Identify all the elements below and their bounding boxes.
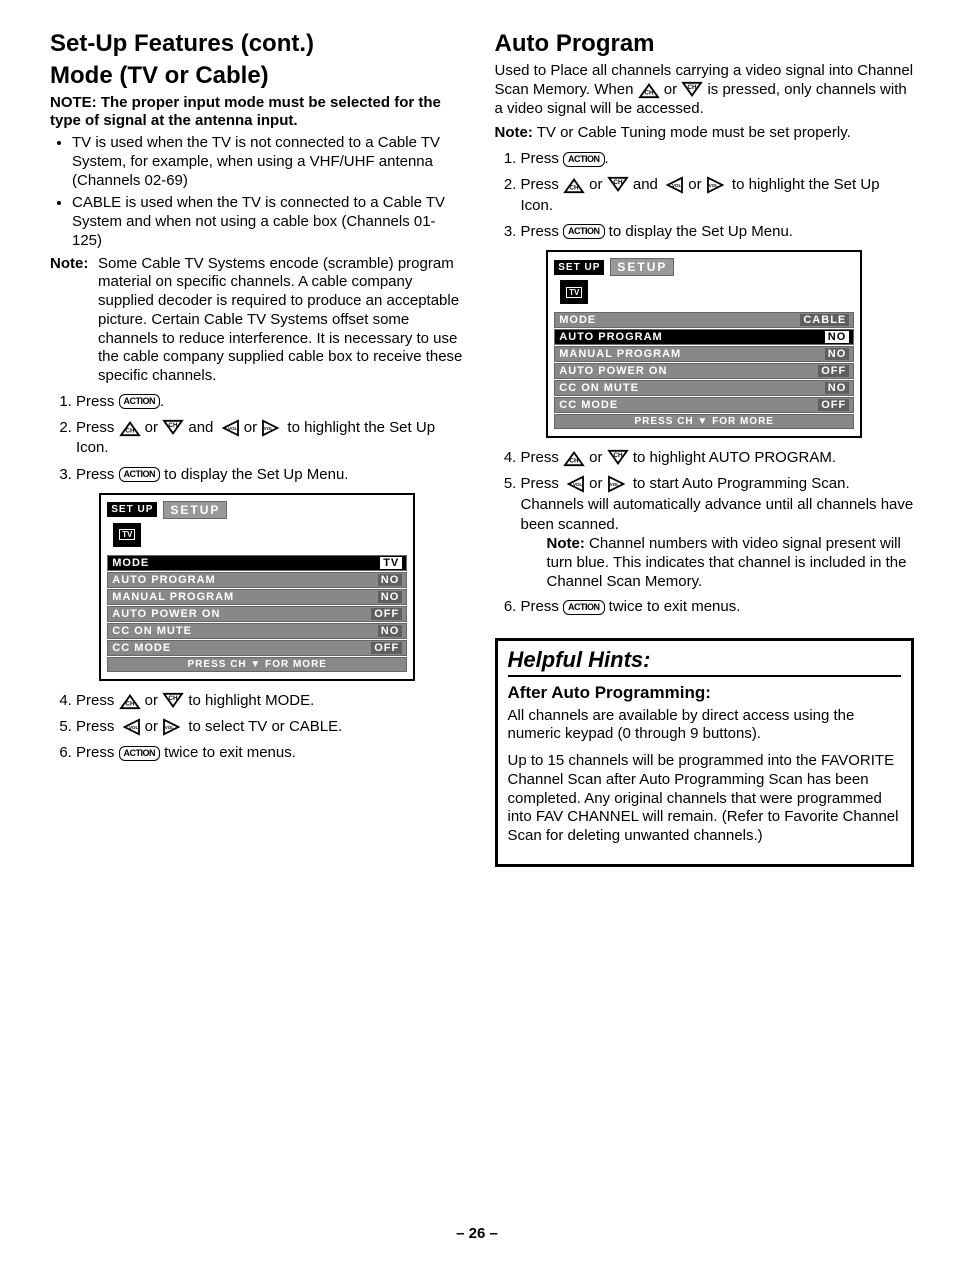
mode-step-2: Press or and or to highlight the Set Up … xyxy=(76,418,465,459)
left-arrow-icon xyxy=(662,176,684,194)
menu-badge: SET UP xyxy=(554,260,604,275)
up-arrow-icon xyxy=(638,81,660,99)
menu-row: CC ON MUTENO xyxy=(554,380,854,396)
down-arrow-icon xyxy=(681,81,703,99)
menu-rows-right: MODECABLEAUTO PROGRAMNOMANUAL PROGRAMNOA… xyxy=(554,312,854,429)
helpful-hints-box: Helpful Hints: After Auto Programming: A… xyxy=(495,638,915,867)
auto-step-4: Press or to highlight AUTO PROGRAM. xyxy=(521,448,915,468)
auto-step-5-note: Note: Channel numbers with video signal … xyxy=(547,535,915,591)
action-button-icon: ACTION xyxy=(119,467,161,482)
page-number: – 26 – xyxy=(0,1225,954,1242)
menu-row: AUTO POWER ONOFF xyxy=(554,363,854,379)
right-arrow-icon xyxy=(706,176,728,194)
down-arrow-icon xyxy=(162,419,184,437)
up-arrow-icon xyxy=(563,449,585,467)
action-button-icon: ACTION xyxy=(119,394,161,409)
menu-title: SETUP xyxy=(610,258,674,276)
menu-row: AUTO PROGRAMNO xyxy=(107,572,407,588)
up-arrow-icon xyxy=(119,692,141,710)
bullet-tv: TV is used when the TV is not connected … xyxy=(72,134,465,190)
mode-step-4: Press or to highlight MODE. xyxy=(76,691,465,711)
right-arrow-icon xyxy=(261,419,283,437)
up-arrow-icon xyxy=(563,176,585,194)
menu-badge: SET UP xyxy=(107,502,157,517)
right-arrow-icon xyxy=(162,718,184,736)
left-column: Set-Up Features (cont.) Mode (TV or Cabl… xyxy=(50,30,465,867)
action-button-icon: ACTION xyxy=(563,600,605,615)
up-arrow-icon xyxy=(119,419,141,437)
action-button-icon: ACTION xyxy=(119,746,161,761)
auto-steps: Press ACTION. Press or and or to highlig… xyxy=(495,149,915,242)
menu-row: CC ON MUTENO xyxy=(107,623,407,639)
auto-step-5: Press or to start Auto Programming Scan.… xyxy=(521,474,915,591)
hints-p1: All channels are available by direct acc… xyxy=(508,707,902,745)
setup-menu-autoprogram: SET UP SETUP TV MODECABLEAUTO PROGRAMNOM… xyxy=(546,250,862,438)
left-arrow-icon xyxy=(218,419,240,437)
auto-step-6: Press ACTION twice to exit menus. xyxy=(521,597,915,617)
left-arrow-icon xyxy=(119,718,141,736)
mode-step-6: Press ACTION twice to exit menus. xyxy=(76,743,465,763)
mode-step-3: Press ACTION to display the Set Up Menu. xyxy=(76,465,465,485)
mode-steps-cont: Press or to highlight MODE. Press or to … xyxy=(50,691,465,764)
hints-p2: Up to 15 channels will be programmed int… xyxy=(508,752,902,846)
menu-row: AUTO POWER ONOFF xyxy=(107,606,407,622)
hints-subtitle: After Auto Programming: xyxy=(508,683,902,703)
menu-row: MANUAL PROGRAMNO xyxy=(107,589,407,605)
setup-menu-mode: SET UP SETUP TV MODETVAUTO PROGRAMNOMANU… xyxy=(99,493,415,681)
auto-note: Note: Note: TV or Cable Tuning mode must… xyxy=(495,124,915,143)
auto-step-3: Press ACTION to display the Set Up Menu. xyxy=(521,222,915,242)
menu-footer: PRESS CH ▼ FOR MORE xyxy=(107,657,407,672)
menu-row: MANUAL PROGRAMNO xyxy=(554,346,854,362)
auto-step-2: Press or and or to highlight the Set Up … xyxy=(521,175,915,216)
menu-row: CC MODEOFF xyxy=(107,640,407,656)
down-arrow-icon xyxy=(607,449,629,467)
tv-icon: TV xyxy=(558,278,590,306)
heading-setup-features: Set-Up Features (cont.) xyxy=(50,30,465,58)
action-button-icon: ACTION xyxy=(563,152,605,167)
tv-icon: TV xyxy=(111,521,143,549)
action-button-icon: ACTION xyxy=(563,224,605,239)
hints-title: Helpful Hints: xyxy=(508,647,902,677)
menu-row: MODECABLE xyxy=(554,312,854,328)
down-arrow-icon xyxy=(162,692,184,710)
right-arrow-icon xyxy=(607,475,629,493)
menu-title: SETUP xyxy=(163,501,227,519)
mode-step-5: Press or to select TV or CABLE. xyxy=(76,717,465,737)
menu-row: AUTO PROGRAMNO xyxy=(554,329,854,345)
auto-steps-cont: Press or to highlight AUTO PROGRAM. Pres… xyxy=(495,448,915,618)
mode-note: NOTE: The proper input mode must be sele… xyxy=(50,94,465,130)
heading-auto-program: Auto Program xyxy=(495,30,915,58)
right-column: Auto Program Used to Place all channels … xyxy=(495,30,915,867)
auto-intro: Used to Place all channels carrying a vi… xyxy=(495,62,915,118)
menu-rows-left: MODETVAUTO PROGRAMNOMANUAL PROGRAMNOAUTO… xyxy=(107,555,407,672)
mode-bullets: TV is used when the TV is not connected … xyxy=(50,134,465,251)
menu-row: MODETV xyxy=(107,555,407,571)
left-arrow-icon xyxy=(563,475,585,493)
bullet-cable: CABLE is used when the TV is connected t… xyxy=(72,194,465,250)
down-arrow-icon xyxy=(607,176,629,194)
auto-step-1: Press ACTION. xyxy=(521,149,915,169)
mode-steps: Press ACTION. Press or and or to highlig… xyxy=(50,392,465,485)
heading-mode: Mode (TV or Cable) xyxy=(50,62,465,90)
menu-row: CC MODEOFF xyxy=(554,397,854,413)
mode-step-1: Press ACTION. xyxy=(76,392,465,412)
cable-note: Note: Some Cable TV Systems encode (scra… xyxy=(50,255,465,386)
menu-footer: PRESS CH ▼ FOR MORE xyxy=(554,414,854,429)
